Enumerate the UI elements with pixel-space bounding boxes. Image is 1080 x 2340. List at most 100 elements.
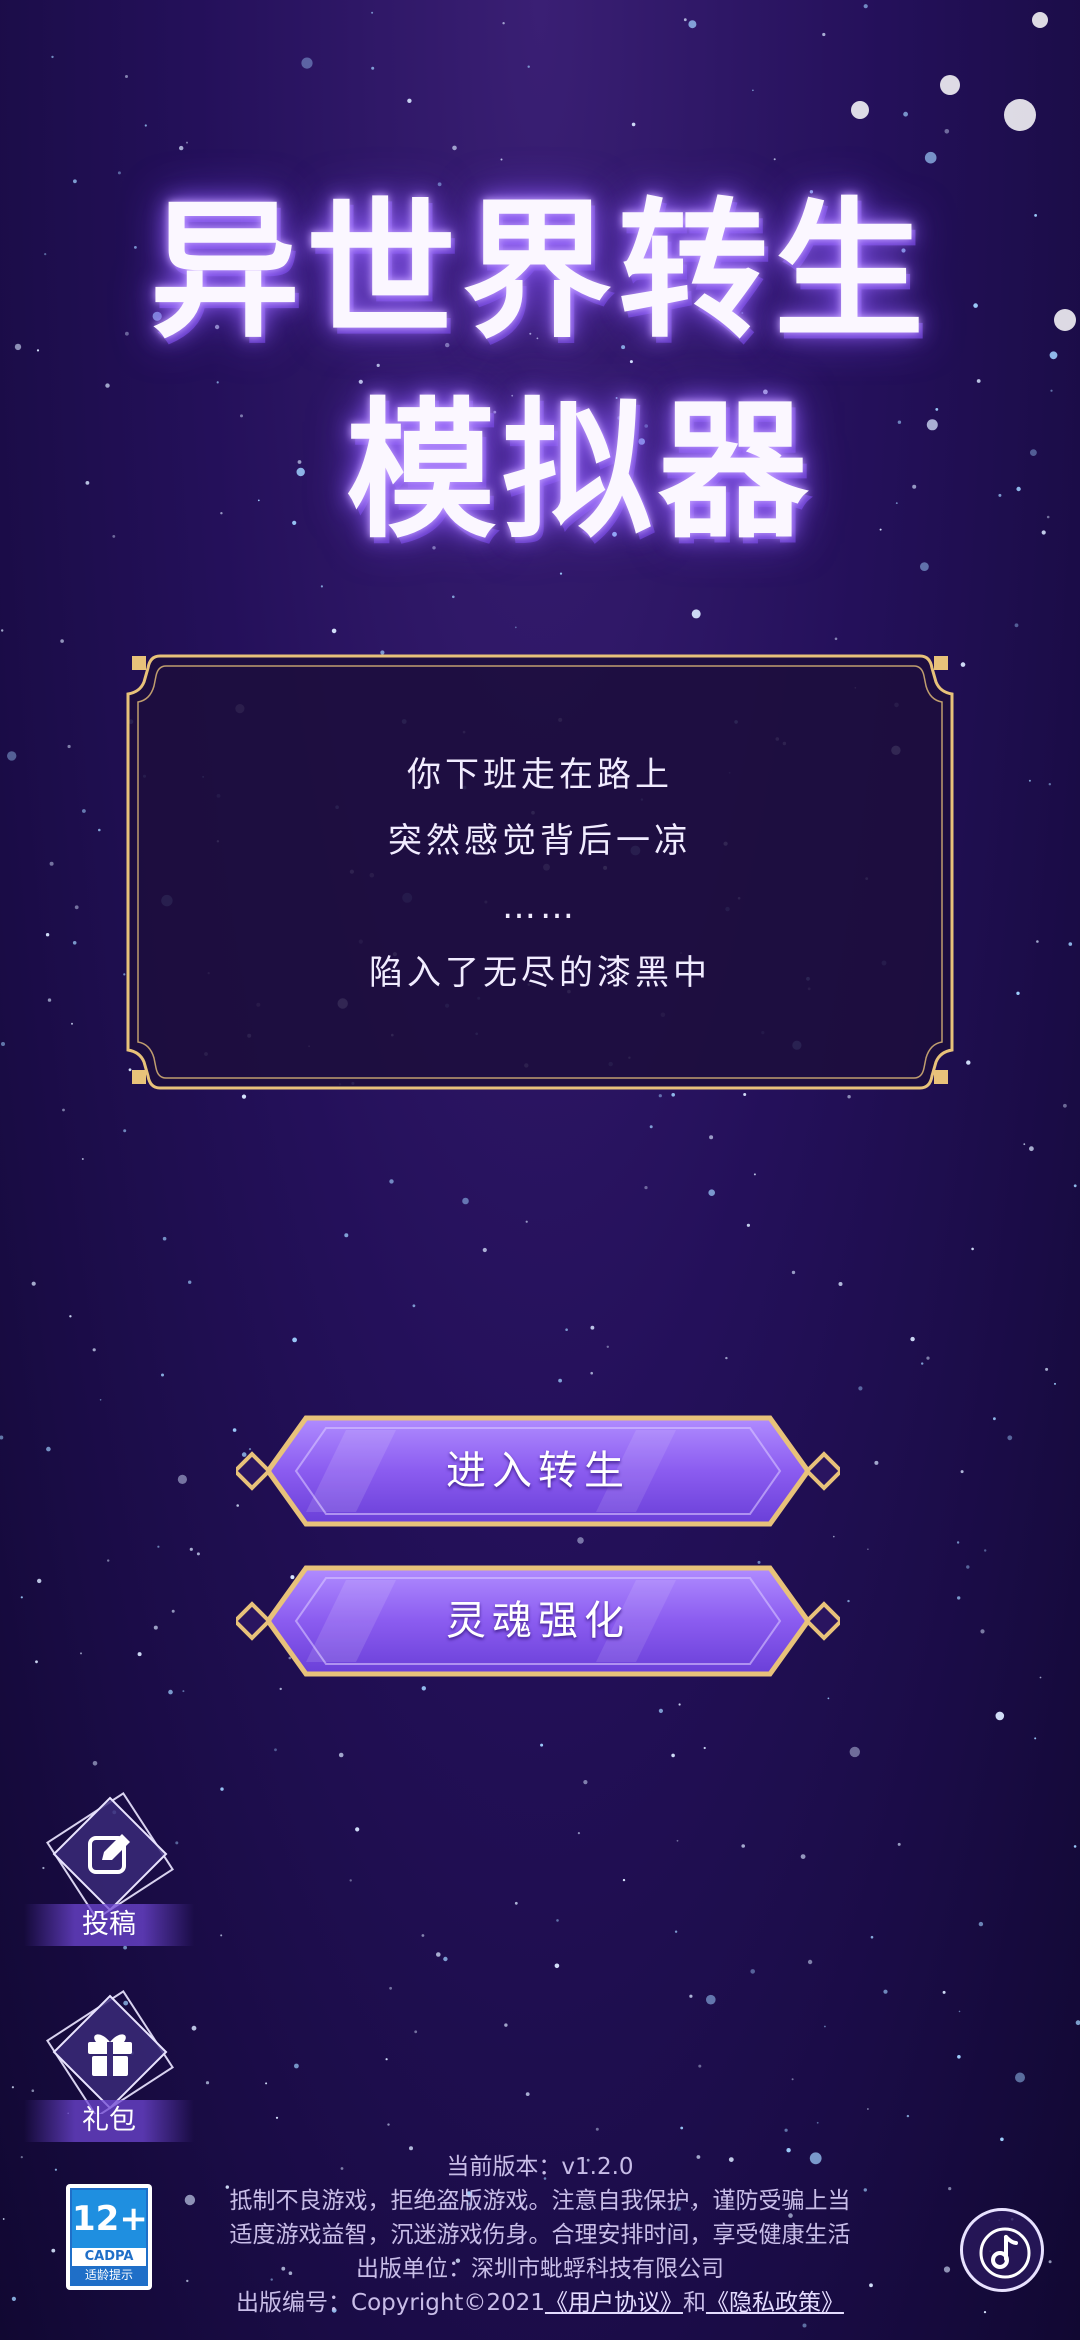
star <box>338 1752 344 1758</box>
star <box>698 2064 702 2068</box>
star <box>978 1921 984 1927</box>
star <box>680 2126 684 2130</box>
publish-number-row: 出版编号：Copyright©2021《用户协议》和《隐私政策》 <box>170 2286 910 2320</box>
age-rating-badge[interactable]: 12+ CADPA 适龄提示 <box>66 2184 152 2290</box>
story-line: 你下班走在路上 <box>407 755 673 795</box>
star <box>414 2030 418 2034</box>
star <box>371 11 374 14</box>
star <box>874 1460 879 1465</box>
star <box>703 1746 706 1750</box>
star <box>349 1879 352 1882</box>
star <box>20 2156 23 2159</box>
star <box>220 1934 223 1937</box>
star <box>565 1328 568 1331</box>
star <box>157 1545 160 1548</box>
star <box>189 1547 193 1551</box>
star <box>60 639 64 643</box>
star <box>1029 1146 1034 1152</box>
soul-enhance-button[interactable]: 灵魂强化 <box>236 1562 840 1680</box>
star <box>82 809 86 813</box>
star <box>683 18 687 22</box>
star <box>320 585 323 588</box>
star <box>11 2086 14 2089</box>
publisher-text: 出版单位：深圳市蚍蜉科技有限公司 <box>356 2256 724 2282</box>
star <box>20 1596 23 1599</box>
bright-star <box>1004 99 1036 131</box>
star <box>957 1596 961 1600</box>
star <box>99 1399 102 1401</box>
star <box>92 1761 98 1766</box>
star <box>123 1129 127 1133</box>
star <box>926 1356 930 1360</box>
star <box>689 1994 693 1998</box>
enter-reincarnation-button[interactable]: 进入转生 <box>236 1412 840 1530</box>
star <box>1036 940 1039 943</box>
star <box>960 662 966 667</box>
star <box>504 2023 508 2027</box>
star <box>921 1362 924 1365</box>
star <box>995 1711 1005 1721</box>
star <box>1016 486 1021 492</box>
star <box>162 1236 167 1241</box>
star <box>46 1446 51 1452</box>
star <box>1030 449 1037 456</box>
submit-button[interactable]: 投稿 <box>24 1786 194 1946</box>
star <box>274 1748 277 1752</box>
star <box>606 1345 609 1349</box>
bright-star <box>1032 12 1048 28</box>
star <box>622 1878 626 1882</box>
star <box>590 1371 593 1375</box>
publish-number-text: 出版编号：Copyright©2021 <box>236 2290 545 2316</box>
user-agreement-link[interactable]: 《用户协议》 <box>545 2290 683 2316</box>
bright-star <box>940 75 960 95</box>
star <box>31 1281 36 1286</box>
star <box>942 1990 946 1994</box>
star <box>69 1315 72 1318</box>
star <box>1023 1143 1026 1146</box>
star <box>1048 2260 1052 2264</box>
enter-reincarnation-label: 进入转生 <box>446 1448 630 1494</box>
star <box>558 1378 562 1383</box>
star <box>708 1189 715 1196</box>
star <box>753 1173 756 1176</box>
star <box>1034 1737 1037 1740</box>
star <box>153 1625 158 1630</box>
star <box>671 1753 675 1758</box>
star <box>867 1548 869 1550</box>
star <box>816 2121 819 2124</box>
star <box>92 1348 96 1352</box>
star <box>658 1708 664 1713</box>
star <box>1000 2137 1004 2142</box>
star <box>849 1746 860 1758</box>
star <box>906 2114 910 2118</box>
soul-enhance-label: 灵魂强化 <box>446 1598 630 1644</box>
game-title-logo: 异世界转生 模拟器 <box>120 110 960 580</box>
star <box>525 2092 530 2097</box>
star <box>824 2025 826 2028</box>
star <box>649 1125 653 1129</box>
star <box>452 595 455 599</box>
star <box>1041 530 1046 535</box>
star <box>993 1417 996 1421</box>
privacy-policy-link[interactable]: 《隐私政策》 <box>706 2290 844 2316</box>
star <box>833 1535 835 1538</box>
star <box>847 1599 850 1603</box>
music-toggle-button[interactable] <box>960 2208 1044 2292</box>
gift-button[interactable]: 礼包 <box>24 1984 194 2144</box>
star <box>371 66 375 70</box>
star <box>822 32 826 37</box>
age-rating-tip: 适龄提示 <box>72 2266 146 2284</box>
star <box>827 1697 830 1700</box>
star <box>590 1325 595 1330</box>
star <box>37 1578 42 1584</box>
star <box>331 628 337 634</box>
star <box>752 89 754 92</box>
story-panel: 你下班走在路上 突然感觉背后一凉 …… 陷入了无尽的漆黑中 <box>120 646 960 1098</box>
star <box>54 2168 58 2171</box>
star <box>883 1989 888 1994</box>
star <box>73 179 77 184</box>
star <box>385 2058 388 2061</box>
star <box>188 1280 192 1284</box>
star <box>45 933 50 937</box>
star <box>196 1552 200 1556</box>
